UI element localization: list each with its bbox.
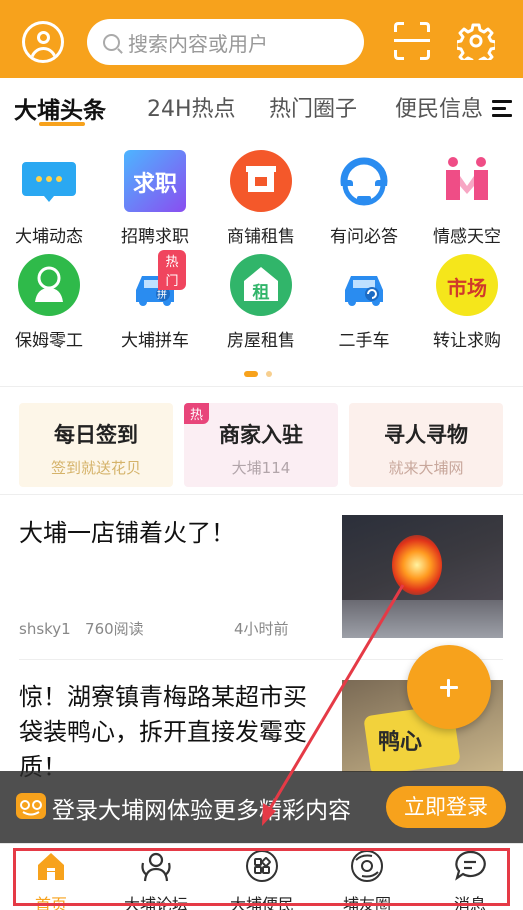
tab-menu-icon[interactable] [488,96,514,122]
gear-icon[interactable] [457,22,495,60]
login-prompt-bar: 登录大埔网体验更多精彩内容 立即登录 [0,771,523,843]
card-title: 商家入驻 [219,423,303,447]
divider [0,386,523,387]
article-title: 大埔一店铺着火了！ [19,519,235,547]
chat-bubble-icon [18,150,80,212]
nav-item-home[interactable]: 首页 [1,844,101,910]
top-header: 搜索内容或用户 [0,0,523,78]
hearts-icon [436,150,498,212]
home-icon [38,853,64,880]
grid-label: 情感天空 [433,227,501,247]
bottom-nav: 首页 大埔论坛 大埔便民 埔友圈 消息 [0,843,523,910]
card-daily-checkin[interactable]: 每日签到 签到就送花贝 [19,403,173,487]
scan-icon[interactable] [394,22,430,60]
carpool-icon: 拼 热门 [124,250,186,316]
tab-24h-hot[interactable]: 24H热点 [147,91,236,123]
nav-item-moments[interactable]: 埔友圈 [317,844,417,910]
used-car-icon [333,254,395,316]
grid-item-used-car[interactable]: 二手车 [316,254,412,351]
active-tab-indicator [39,122,85,126]
grid-item-qa[interactable]: 有问必答 [316,150,412,247]
card-subtitle: 大埔114 [231,459,291,477]
message-icon [455,850,486,881]
headset-icon [333,150,395,212]
tab-convenience-info[interactable]: 便民信息 [395,91,483,123]
grid-label: 二手车 [338,331,390,351]
job-icon: 求职 [124,150,186,212]
search-input[interactable]: 搜索内容或用户 [87,19,364,65]
nav-item-messages[interactable]: 消息 [420,844,520,910]
nav-label: 首页 [34,895,67,910]
login-prompt-text: 登录大埔网体验更多精彩内容 [52,798,351,824]
grid-label: 保姆零工 [15,331,83,351]
article-thumbnail [342,515,503,638]
nav-label: 埔友圈 [342,895,391,910]
grid-label: 大埔拼车 [121,331,189,351]
grid-label: 有问必答 [330,227,398,247]
moments-icon [351,850,383,882]
nav-label: 大埔论坛 [123,895,188,910]
forum-icon [141,852,171,882]
services-grid-icon [246,850,278,882]
create-post-button[interactable] [407,645,491,729]
nav-item-forum[interactable]: 大埔论坛 [106,844,206,910]
article-author: shsky1 760阅读 [19,620,144,638]
card-subtitle: 签到就送花贝 [50,459,141,477]
grid-label: 大埔动态 [15,227,83,247]
grid-item-shop-rent[interactable]: 商铺租售 [213,150,309,247]
hot-badge: 热门 [158,250,186,290]
page-indicator [244,362,280,381]
grid-label: 商铺租售 [227,227,295,247]
hot-tag: 热 [184,403,210,424]
nav-item-services[interactable]: 大埔便民 [212,844,312,910]
divider [0,494,523,495]
article-title: 惊！湖寮镇青梅路某超市买袋装鸭心，拆开直接发霉变质！ [19,683,307,781]
login-button[interactable]: 立即登录 [386,786,506,828]
grid-item-market[interactable]: 市场 转让求购 [419,254,515,351]
search-placeholder: 搜索内容或用户 [128,31,268,56]
card-merchant-join[interactable]: 热 商家入驻 大埔114 [184,403,338,487]
card-title: 寻人寻物 [384,423,468,447]
grid-item-emotion[interactable]: 情感天空 [419,150,515,247]
grid-item-nanny[interactable]: 保姆零工 [1,254,97,351]
house-icon: 租 [230,254,292,316]
grid-label: 房屋租售 [227,331,295,351]
grid-label: 转让求购 [433,331,501,351]
grid-item-jobs[interactable]: 求职 招聘求职 [107,150,203,247]
nav-label: 大埔便民 [229,895,294,910]
category-tabs: 大埔头条 24H热点 热门圈子 便民信息 [0,78,523,136]
card-lost-found[interactable]: 寻人寻物 就来大埔网 [349,403,503,487]
card-title: 每日签到 [54,423,138,447]
tab-hot-circles[interactable]: 热门圈子 [269,91,357,123]
grid-item-dapu-news[interactable]: 大埔动态 [1,150,97,247]
user-avatar-icon[interactable] [22,21,64,63]
grid-item-house-rent[interactable]: 租 房屋租售 [213,254,309,351]
nav-label: 消息 [453,895,486,910]
shop-icon [230,150,292,212]
grid-label: 招聘求职 [121,227,189,247]
app-logo-icon [16,793,46,819]
tab-headlines[interactable]: 大埔头条 [14,91,106,125]
nanny-icon [18,254,80,316]
card-subtitle: 就来大埔网 [388,459,464,477]
market-icon: 市场 [436,254,498,316]
grid-item-carpool[interactable]: 拼 热门 大埔拼车 [107,250,203,351]
search-icon [103,33,120,51]
article-time: 4小时前 [234,620,289,638]
